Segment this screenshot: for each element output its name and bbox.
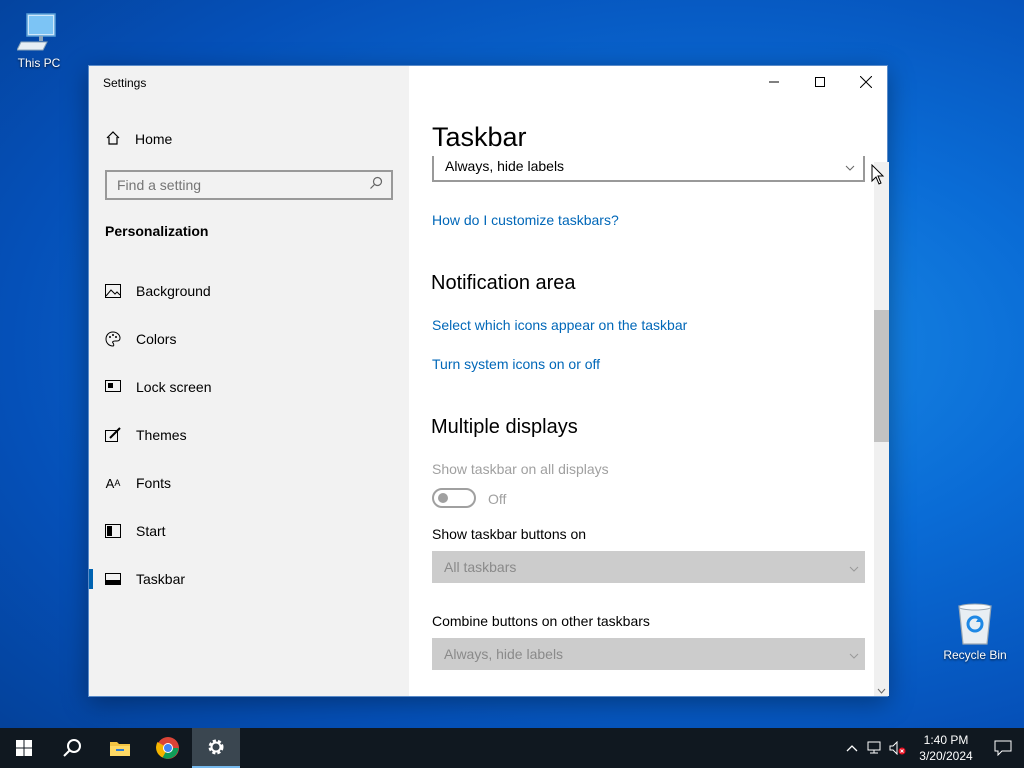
system-tray: 1:40 PM 3/20/2024: [840, 728, 1024, 768]
picture-icon: [105, 283, 121, 299]
show-all-displays-toggle[interactable]: [432, 488, 476, 508]
clock-time: 1:40 PM: [923, 733, 969, 747]
combine-select[interactable]: Always, hide labels: [432, 638, 865, 670]
sidebar-item-taskbar[interactable]: Taskbar: [89, 555, 409, 603]
network-icon: [867, 741, 881, 754]
toggle-state: Off: [488, 491, 507, 507]
minimize-button[interactable]: [751, 66, 797, 98]
folder-icon: [110, 742, 130, 756]
search-button[interactable]: [48, 728, 96, 768]
sidebar-item-colors[interactable]: Colors: [89, 315, 409, 363]
chevron-down-icon: [849, 559, 859, 575]
windows-logo-icon: [16, 740, 32, 756]
desktop-icon-label: This PC: [17, 56, 61, 70]
clock[interactable]: 1:40 PM 3/20/2024: [910, 732, 982, 764]
volume-muted-icon: [889, 741, 906, 755]
home-icon: [105, 130, 121, 149]
sidebar-item-background[interactable]: Background: [89, 267, 409, 315]
file-explorer-button[interactable]: [96, 728, 144, 768]
clock-date: 3/20/2024: [919, 749, 973, 763]
settings-sidebar: Settings Home Personalization Background: [89, 66, 409, 696]
window-title: Settings: [103, 76, 147, 90]
start-tiles-icon: [105, 523, 121, 539]
multiple-displays-heading: Multiple displays: [431, 416, 578, 438]
sidebar-item-label: Colors: [136, 331, 177, 347]
chrome-button[interactable]: [144, 728, 192, 768]
nav-home-label: Home: [135, 131, 173, 147]
scrollbar[interactable]: [874, 162, 889, 696]
sidebar-item-label: Start: [136, 523, 166, 539]
customize-taskbars-link[interactable]: How do I customize taskbars?: [432, 212, 619, 228]
system-icons-link[interactable]: Turn system icons on or off: [432, 356, 600, 372]
gear-icon: [208, 739, 224, 755]
maximize-icon: [815, 77, 825, 87]
show-hidden-icons-button[interactable]: [840, 744, 864, 752]
chevron-up-icon: [846, 745, 858, 752]
mouse-cursor-icon: [871, 164, 885, 185]
taskbar: 1:40 PM 3/20/2024: [0, 728, 1024, 768]
dropdown-value: Always, hide labels: [445, 158, 565, 174]
font-icon: AA: [105, 475, 121, 491]
sidebar-item-label: Background: [136, 283, 211, 299]
settings-window: Settings Home Personalization Background: [88, 65, 889, 697]
search-input[interactable]: [117, 177, 357, 193]
toggle-knob: [438, 493, 448, 503]
active-indicator: [89, 569, 93, 589]
search-icon: [63, 739, 81, 757]
labels-dropdown[interactable]: Always, hide labels: [432, 156, 865, 182]
desktop-icon-recycle-bin[interactable]: Recycle Bin: [940, 602, 1010, 662]
network-button[interactable]: [864, 741, 886, 755]
scroll-down-icon[interactable]: [877, 688, 886, 694]
minimize-icon: [769, 81, 779, 83]
combine-label: Combine buttons on other taskbars: [432, 613, 650, 629]
buttons-on-label: Show taskbar buttons on: [432, 526, 587, 542]
buttons-on-select[interactable]: All taskbars: [432, 551, 865, 583]
settings-content: Taskbar Always, hide labels How do I cus…: [409, 66, 889, 696]
nav-home[interactable]: Home: [105, 128, 172, 150]
select-icons-link[interactable]: Select which icons appear on the taskbar: [432, 317, 687, 333]
show-all-displays-label: Show taskbar on all displays: [432, 461, 609, 477]
recycle-bin-icon: [940, 602, 1010, 646]
sidebar-item-start[interactable]: Start: [89, 507, 409, 555]
scrollbar-thumb[interactable]: [874, 310, 889, 442]
page-title: Taskbar: [432, 122, 527, 152]
caption-buttons: [751, 66, 889, 98]
chrome-icon: [156, 737, 179, 759]
taskbar-icon: [105, 571, 121, 587]
palette-icon: [105, 331, 121, 347]
sidebar-item-lock-screen[interactable]: Lock screen: [89, 363, 409, 411]
monitor-icon: [105, 379, 121, 395]
volume-button[interactable]: [886, 741, 910, 755]
notification-area-heading: Notification area: [431, 272, 576, 294]
sidebar-item-label: Lock screen: [136, 379, 212, 395]
select-value: Always, hide labels: [444, 646, 564, 662]
chevron-down-icon: [845, 158, 855, 174]
maximize-button[interactable]: [797, 66, 843, 98]
sidebar-item-label: Fonts: [136, 475, 172, 491]
sidebar-item-label: Themes: [136, 427, 187, 443]
close-button[interactable]: [843, 66, 889, 98]
start-button[interactable]: [0, 728, 48, 768]
chevron-down-icon: [849, 646, 859, 662]
action-center-button[interactable]: [982, 740, 1024, 756]
section-heading: Personalization: [105, 223, 209, 239]
sidebar-item-fonts[interactable]: AA Fonts: [89, 459, 409, 507]
sidebar-item-themes[interactable]: Themes: [89, 411, 409, 459]
search-box[interactable]: [105, 170, 393, 200]
select-value: All taskbars: [444, 559, 517, 575]
computer-icon: [4, 10, 74, 54]
desktop-icon-label: Recycle Bin: [943, 648, 1007, 662]
desktop-icon-this-pc[interactable]: This PC: [4, 10, 74, 70]
settings-taskbar-button[interactable]: [192, 728, 240, 768]
sidebar-item-label: Taskbar: [136, 571, 186, 587]
brush-icon: [105, 427, 121, 443]
close-icon: [860, 76, 872, 88]
notification-icon: [994, 740, 1012, 756]
search-icon[interactable]: [369, 176, 383, 195]
nav-list: Background Colors Lock screen Themes A A…: [89, 267, 409, 603]
